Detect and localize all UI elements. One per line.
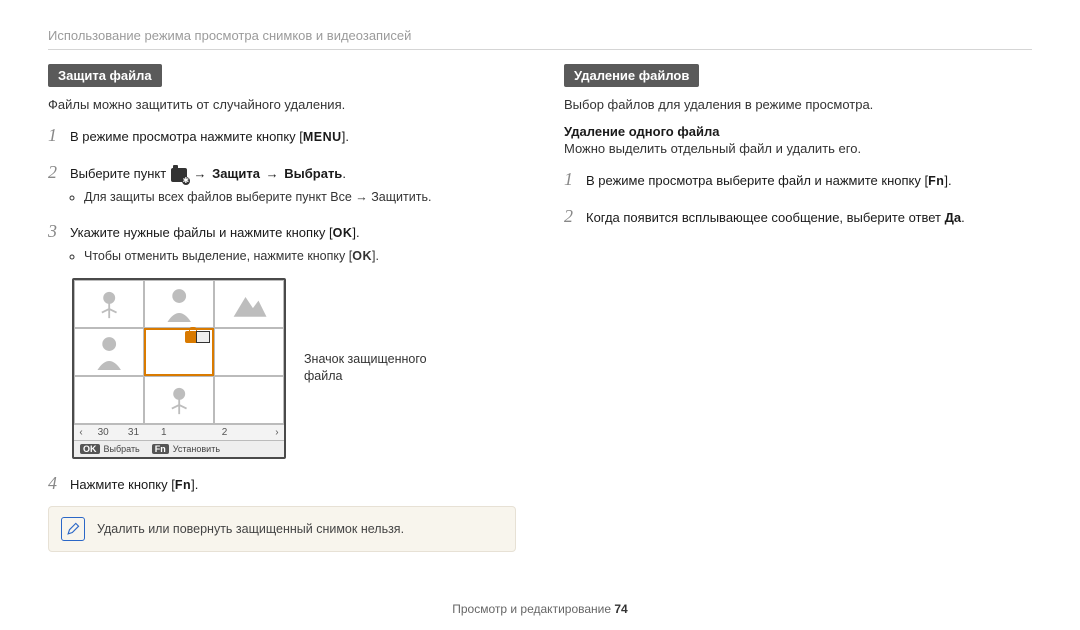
thumb-flower-icon	[144, 376, 214, 424]
step-3-bullet: Чтобы отменить выделение, нажмите кнопку…	[84, 247, 516, 266]
step-3: Укажите нужные файлы и нажмите кнопку [O…	[70, 223, 516, 268]
page-footer: Просмотр и редактирование 74	[0, 602, 1080, 616]
ok-button-label: OK	[352, 249, 372, 263]
step-text: Укажите нужные файлы и нажмите кнопку [	[70, 225, 333, 240]
step-num: 4	[48, 473, 70, 494]
step-4: Нажмите кнопку [Fn].	[70, 477, 516, 492]
step-text: Когда появится всплывающее сообщение, вы…	[586, 210, 945, 225]
device-screenshot: ‹ 30 31 1 2 › OK Выбрать Fn Установить	[72, 278, 286, 459]
step-text: ].	[944, 173, 951, 188]
step-num: 1	[564, 166, 586, 193]
footer-section: Просмотр и редактирование	[452, 602, 614, 616]
section-tag-protect: Защита файла	[48, 64, 162, 87]
step-text: ].	[352, 225, 359, 240]
fn-button-label: Fn	[175, 478, 191, 492]
step-num: 1	[48, 122, 70, 149]
step-text: Чтобы отменить выделение, нажмите кнопку…	[84, 249, 352, 263]
legend-text: Выбрать	[104, 444, 140, 454]
legend-bar: OK Выбрать Fn Установить	[74, 440, 284, 457]
protected-file-icon	[196, 331, 210, 343]
step-2: Выберите пункт → Защита → Выбрать. Для з…	[70, 164, 516, 208]
step-text: Выберите пункт	[70, 166, 170, 181]
step-num: 2	[48, 159, 70, 186]
paging-bar: ‹ 30 31 1 2 ›	[74, 424, 284, 440]
page-num: 1	[149, 425, 179, 440]
breadcrumb: Использование режима просмотра снимков и…	[48, 28, 1032, 43]
step-text: ].	[191, 477, 198, 492]
folder-gear-icon	[171, 168, 187, 182]
step-text: Нажмите кнопку [	[70, 477, 175, 492]
step-num: 2	[564, 203, 586, 230]
step-text: В режиме просмотра нажмите кнопку [	[70, 129, 303, 144]
page-num: 30	[88, 425, 118, 440]
ok-key-icon: OK	[80, 444, 100, 454]
page-num	[240, 430, 270, 434]
step-2-bullet: Для защиты всех файлов выберите пункт Вс…	[84, 188, 516, 207]
thumb-empty	[214, 376, 284, 424]
note-text: Удалить или повернуть защищенный снимок …	[97, 522, 404, 536]
step-text: ].	[372, 249, 379, 263]
step-text: .	[961, 210, 965, 225]
thumb-flower-icon	[74, 280, 144, 328]
step-bold: Да	[945, 210, 962, 225]
right-step-1: В режиме просмотра выберите файл и нажми…	[586, 171, 1032, 191]
intro-delete: Выбор файлов для удаления в режиме просм…	[564, 97, 1032, 112]
fn-button-label: Fn	[928, 174, 944, 188]
arrow-icon: →	[264, 166, 281, 181]
subintro-delete-one: Можно выделить отдельный файл и удалить …	[564, 141, 1032, 156]
thumb-person-icon	[144, 280, 214, 328]
thumb-mountain-icon	[214, 280, 284, 328]
step-text: В режиме просмотра выберите файл и нажми…	[586, 173, 928, 188]
thumb-selected	[144, 328, 214, 376]
subheading-delete-one: Удаление одного файла	[564, 124, 1032, 139]
footer-page-number: 74	[614, 602, 627, 616]
callout-protected-icon: Значок защищенного файла	[304, 351, 444, 386]
right-column: Удаление файлов Выбор файлов для удалени…	[564, 64, 1032, 552]
intro-protect: Файлы можно защитить от случайного удале…	[48, 97, 516, 112]
step-num: 3	[48, 218, 70, 245]
menu-button-label: MENU	[303, 130, 342, 144]
thumb-empty	[214, 328, 284, 376]
step-1: В режиме просмотра нажмите кнопку [MENU]…	[70, 127, 516, 147]
step-text: .	[342, 166, 346, 181]
step-bold: Выбрать	[284, 166, 342, 181]
info-pencil-icon	[61, 517, 85, 541]
thumb-empty	[74, 376, 144, 424]
step-text: ].	[342, 129, 349, 144]
divider	[48, 49, 1032, 50]
next-icon: ›	[270, 425, 284, 440]
section-tag-delete: Удаление файлов	[564, 64, 699, 87]
left-column: Защита файла Файлы можно защитить от слу…	[48, 64, 516, 552]
arrow-icon: →	[191, 166, 208, 181]
thumb-person-icon	[74, 328, 144, 376]
ok-button-label: OK	[333, 226, 353, 240]
step-bold: Защита	[212, 166, 260, 181]
fn-key-icon: Fn	[152, 444, 169, 454]
right-step-2: Когда появится всплывающее сообщение, вы…	[586, 208, 1032, 228]
page-num	[179, 430, 209, 434]
page-num: 31	[118, 425, 148, 440]
legend-text: Установить	[173, 444, 220, 454]
page-num: 2	[209, 425, 239, 440]
prev-icon: ‹	[74, 425, 88, 440]
note-box: Удалить или повернуть защищенный снимок …	[48, 506, 516, 552]
